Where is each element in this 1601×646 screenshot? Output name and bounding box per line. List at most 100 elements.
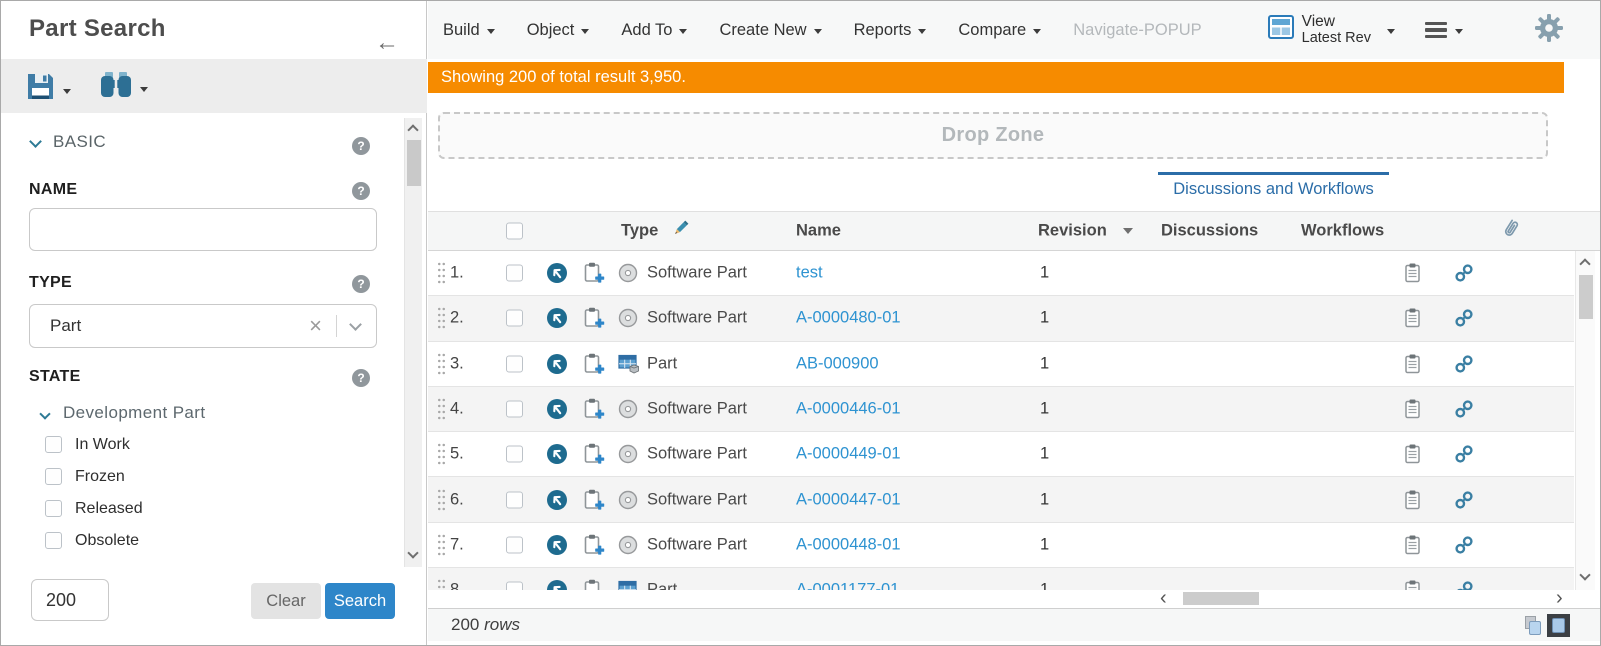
select-all-checkbox[interactable]	[506, 223, 523, 240]
column-header-name[interactable]: Name	[796, 222, 841, 241]
type-dropdown-chevron-icon[interactable]	[349, 318, 362, 331]
workflow-link-icon[interactable]	[1454, 399, 1474, 419]
menu-build[interactable]: Build	[443, 21, 495, 40]
name-link[interactable]: A-0000449-01	[796, 445, 901, 464]
checkbox-in-work[interactable]	[45, 436, 62, 453]
state-group-collapse-icon[interactable]	[39, 408, 50, 419]
scroll-up-icon[interactable]	[1579, 258, 1590, 269]
navigate-icon[interactable]	[546, 489, 568, 511]
scroll-up-icon[interactable]	[407, 124, 418, 135]
checkbox-obsolete[interactable]	[45, 532, 62, 549]
search-button[interactable]: Search	[325, 583, 395, 619]
workflow-link-icon[interactable]	[1454, 444, 1474, 464]
edit-pencil-icon[interactable]	[671, 219, 690, 243]
name-link[interactable]: AB-000900	[796, 354, 879, 373]
checkbox-released[interactable]	[45, 500, 62, 517]
state-help-icon[interactable]: ?	[352, 369, 370, 387]
workflow-link-icon[interactable]	[1454, 263, 1474, 283]
name-input[interactable]	[29, 208, 377, 251]
full-view-icon[interactable]	[1547, 614, 1570, 637]
navigate-icon[interactable]	[546, 262, 568, 284]
basic-collapse-icon[interactable]	[29, 135, 42, 148]
drop-zone[interactable]: Drop Zone	[438, 112, 1548, 159]
navigate-icon[interactable]	[546, 579, 568, 590]
clear-type-icon[interactable]: ×	[309, 313, 322, 339]
drag-handle-icon[interactable]	[437, 397, 446, 421]
column-header-workflows[interactable]: Workflows	[1301, 222, 1384, 241]
discussion-clipboard-icon[interactable]	[1404, 353, 1422, 374]
table-row[interactable]: 4.	[428, 387, 1574, 432]
row-checkbox[interactable]	[506, 265, 523, 282]
column-header-type[interactable]: Type	[621, 222, 658, 241]
column-header-revision[interactable]: Revision	[1038, 222, 1107, 241]
navigate-icon[interactable]	[546, 307, 568, 329]
name-link[interactable]: A-0000480-01	[796, 309, 901, 328]
row-checkbox[interactable]	[506, 536, 523, 553]
navigate-icon[interactable]	[546, 353, 568, 375]
table-row[interactable]: 7.	[428, 523, 1574, 568]
drag-handle-icon[interactable]	[437, 578, 446, 590]
name-help-icon[interactable]: ?	[352, 182, 370, 200]
navigate-icon[interactable]	[546, 534, 568, 556]
workflow-link-icon[interactable]	[1454, 535, 1474, 555]
table-row[interactable]: 1.	[428, 251, 1574, 296]
clear-button[interactable]: Clear	[251, 583, 321, 619]
checkbox-frozen[interactable]	[45, 468, 62, 485]
row-checkbox[interactable]	[506, 582, 523, 590]
table-row[interactable]: 5.	[428, 432, 1574, 477]
navigate-icon[interactable]	[546, 443, 568, 465]
row-checkbox[interactable]	[506, 355, 523, 372]
attachment-paperclip-icon[interactable]	[1500, 218, 1520, 245]
discussion-clipboard-icon[interactable]	[1404, 489, 1422, 510]
collapse-panel-icon[interactable]: ←	[375, 29, 399, 57]
drag-handle-icon[interactable]	[437, 488, 446, 512]
add-to-clipboard-icon[interactable]	[583, 443, 605, 466]
settings-button[interactable]	[1534, 13, 1564, 48]
table-horizontal-scrollbar[interactable]: ‹ ›	[428, 590, 1601, 608]
scrollbar-thumb[interactable]	[407, 140, 421, 186]
drag-handle-icon[interactable]	[437, 442, 446, 466]
table-row[interactable]: 3.	[428, 342, 1574, 387]
row-checkbox[interactable]	[506, 401, 523, 418]
sort-descending-icon[interactable]	[1123, 228, 1133, 234]
row-checkbox[interactable]	[506, 310, 523, 327]
scroll-down-icon[interactable]	[1579, 569, 1590, 580]
discussion-clipboard-icon[interactable]	[1404, 308, 1422, 329]
drag-handle-icon[interactable]	[437, 261, 446, 285]
row-checkbox[interactable]	[506, 446, 523, 463]
workflow-link-icon[interactable]	[1454, 354, 1474, 374]
save-search-button[interactable]	[25, 71, 71, 107]
workflow-link-icon[interactable]	[1454, 490, 1474, 510]
basic-help-icon[interactable]: ?	[352, 137, 370, 155]
type-help-icon[interactable]: ?	[352, 275, 370, 293]
sidebar-scrollbar[interactable]	[404, 118, 422, 567]
menu-compare[interactable]: Compare	[958, 21, 1041, 40]
page-size-input[interactable]	[31, 579, 109, 621]
more-menu-button[interactable]	[1425, 18, 1463, 41]
add-to-clipboard-icon[interactable]	[583, 307, 605, 330]
saved-searches-button[interactable]	[99, 71, 148, 104]
name-link[interactable]: test	[796, 264, 823, 283]
column-header-discussions[interactable]: Discussions	[1161, 222, 1258, 241]
add-to-clipboard-icon[interactable]	[583, 352, 605, 375]
discussion-clipboard-icon[interactable]	[1404, 534, 1422, 555]
drag-handle-icon[interactable]	[437, 306, 446, 330]
table-vertical-scrollbar[interactable]	[1575, 251, 1595, 590]
menu-create-new[interactable]: Create New	[719, 21, 821, 40]
discussion-clipboard-icon[interactable]	[1404, 399, 1422, 420]
add-to-clipboard-icon[interactable]	[583, 488, 605, 511]
add-to-clipboard-icon[interactable]	[583, 262, 605, 285]
menu-add-to[interactable]: Add To	[621, 21, 687, 40]
split-view-icon[interactable]	[1525, 616, 1542, 635]
table-row[interactable]: 2.	[428, 296, 1574, 341]
add-to-clipboard-icon[interactable]	[583, 579, 605, 590]
menu-object[interactable]: Object	[527, 21, 590, 40]
workflow-link-icon[interactable]	[1454, 308, 1474, 328]
tab-discussions-and-workflows[interactable]: Discussions and Workflows	[1158, 180, 1389, 199]
navigate-icon[interactable]	[546, 398, 568, 420]
table-row[interactable]: 8.	[428, 568, 1574, 590]
name-link[interactable]: A-0001177-01	[796, 581, 899, 590]
add-to-clipboard-icon[interactable]	[583, 533, 605, 556]
table-row[interactable]: 6.	[428, 477, 1574, 522]
discussion-clipboard-icon[interactable]	[1404, 444, 1422, 465]
